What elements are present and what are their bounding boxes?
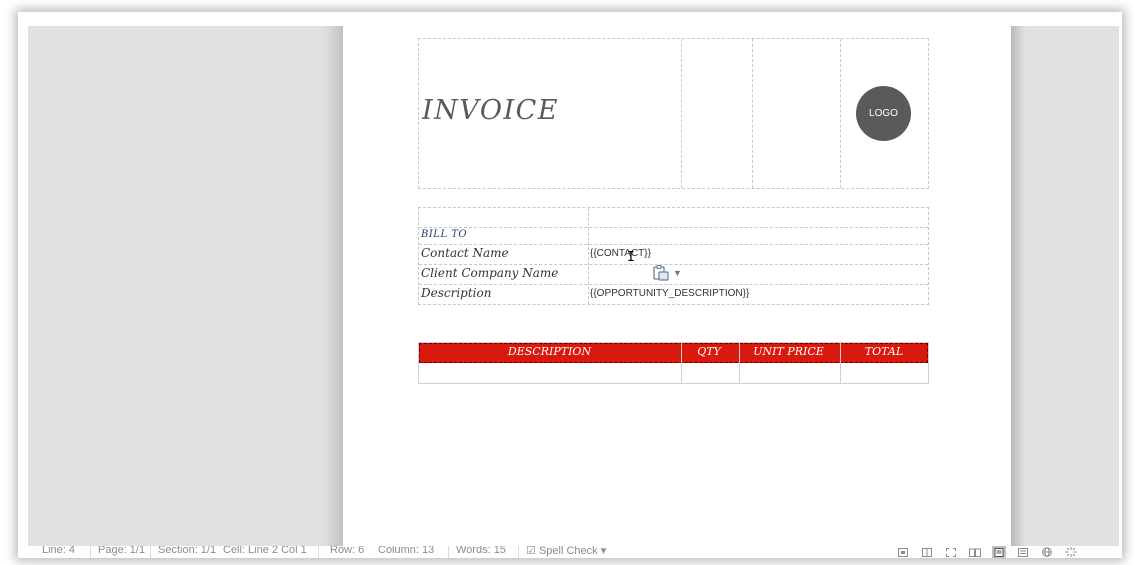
i-beam-cursor: I [627, 250, 635, 265]
contact-name-label[interactable]: Contact Name [421, 246, 509, 260]
status-column[interactable]: Column: 13 [378, 546, 434, 556]
paste-options-icon [653, 264, 669, 281]
status-separator [448, 546, 449, 558]
status-words[interactable]: Words: 15 [456, 546, 506, 556]
header-cell-divider [840, 39, 841, 188]
spell-check-button[interactable]: ☑ Spell Check ▾ [526, 546, 606, 557]
bill-row-divider [419, 244, 928, 245]
description-label[interactable]: Description [421, 286, 491, 300]
status-bar: Line: 4 Page: 1/1 Section: 1/1 Cell: Lin… [18, 546, 1122, 558]
bill-col-divider [588, 208, 589, 304]
description-value[interactable]: {{OPPORTUNITY_DESCRIPTION}} [590, 288, 749, 299]
header-cell-divider [752, 39, 753, 188]
status-section[interactable]: Section: 1/1 [158, 546, 216, 556]
header-cell-divider [681, 39, 682, 188]
status-page[interactable]: Page: 1/1 [98, 546, 145, 556]
outline-view-icon[interactable] [1016, 546, 1030, 558]
chevron-down-icon: ▾ [600, 546, 607, 557]
page-shadow-left [323, 26, 343, 546]
status-separator [90, 546, 91, 558]
bill-to-heading[interactable]: BILL TO [421, 229, 467, 240]
pasteboard-left [28, 26, 343, 546]
page-shadow-right [1011, 26, 1025, 546]
bill-row-divider [419, 227, 928, 228]
paste-options-button[interactable]: ▼ [652, 264, 682, 282]
editor-window: INVOICE LOGO BILL TO Contact Name {{CONT… [18, 12, 1122, 558]
reading-view-icon[interactable] [968, 546, 982, 558]
full-screen-icon[interactable] [944, 546, 958, 558]
status-row[interactable]: Row: 6 [330, 546, 364, 556]
column-header-qty[interactable]: QTY [680, 345, 738, 358]
settings-icon[interactable] [1064, 546, 1078, 558]
pasteboard-right [1011, 26, 1119, 546]
status-cell[interactable]: Cell: Line 2 Col 1 [223, 546, 307, 556]
contact-name-value[interactable]: {{CONTACT}} [590, 248, 651, 259]
bill-row-divider [419, 284, 928, 285]
page-view-icon[interactable] [920, 546, 934, 558]
column-header-unit-price[interactable]: UNIT PRICE [738, 345, 839, 358]
client-company-label[interactable]: Client Company Name [421, 266, 558, 280]
spell-check-label: Spell Check [538, 546, 598, 557]
chevron-down-icon: ▼ [673, 268, 682, 278]
print-layout-icon[interactable] [992, 546, 1006, 558]
status-separator [150, 546, 151, 558]
status-separator [518, 546, 519, 558]
invoice-title[interactable]: INVOICE [422, 95, 559, 126]
web-layout-icon[interactable] [1040, 546, 1054, 558]
column-header-total[interactable]: TOTAL [839, 345, 929, 358]
status-separator [318, 546, 319, 558]
logo-placeholder[interactable]: LOGO [856, 86, 911, 141]
normal-view-icon[interactable] [896, 546, 910, 558]
status-line[interactable]: Line: 4 [42, 546, 75, 556]
spell-check-icon: ☑ [526, 546, 536, 557]
column-header-description[interactable]: DESCRIPTION [418, 345, 681, 358]
logo-label: LOGO [869, 108, 898, 119]
